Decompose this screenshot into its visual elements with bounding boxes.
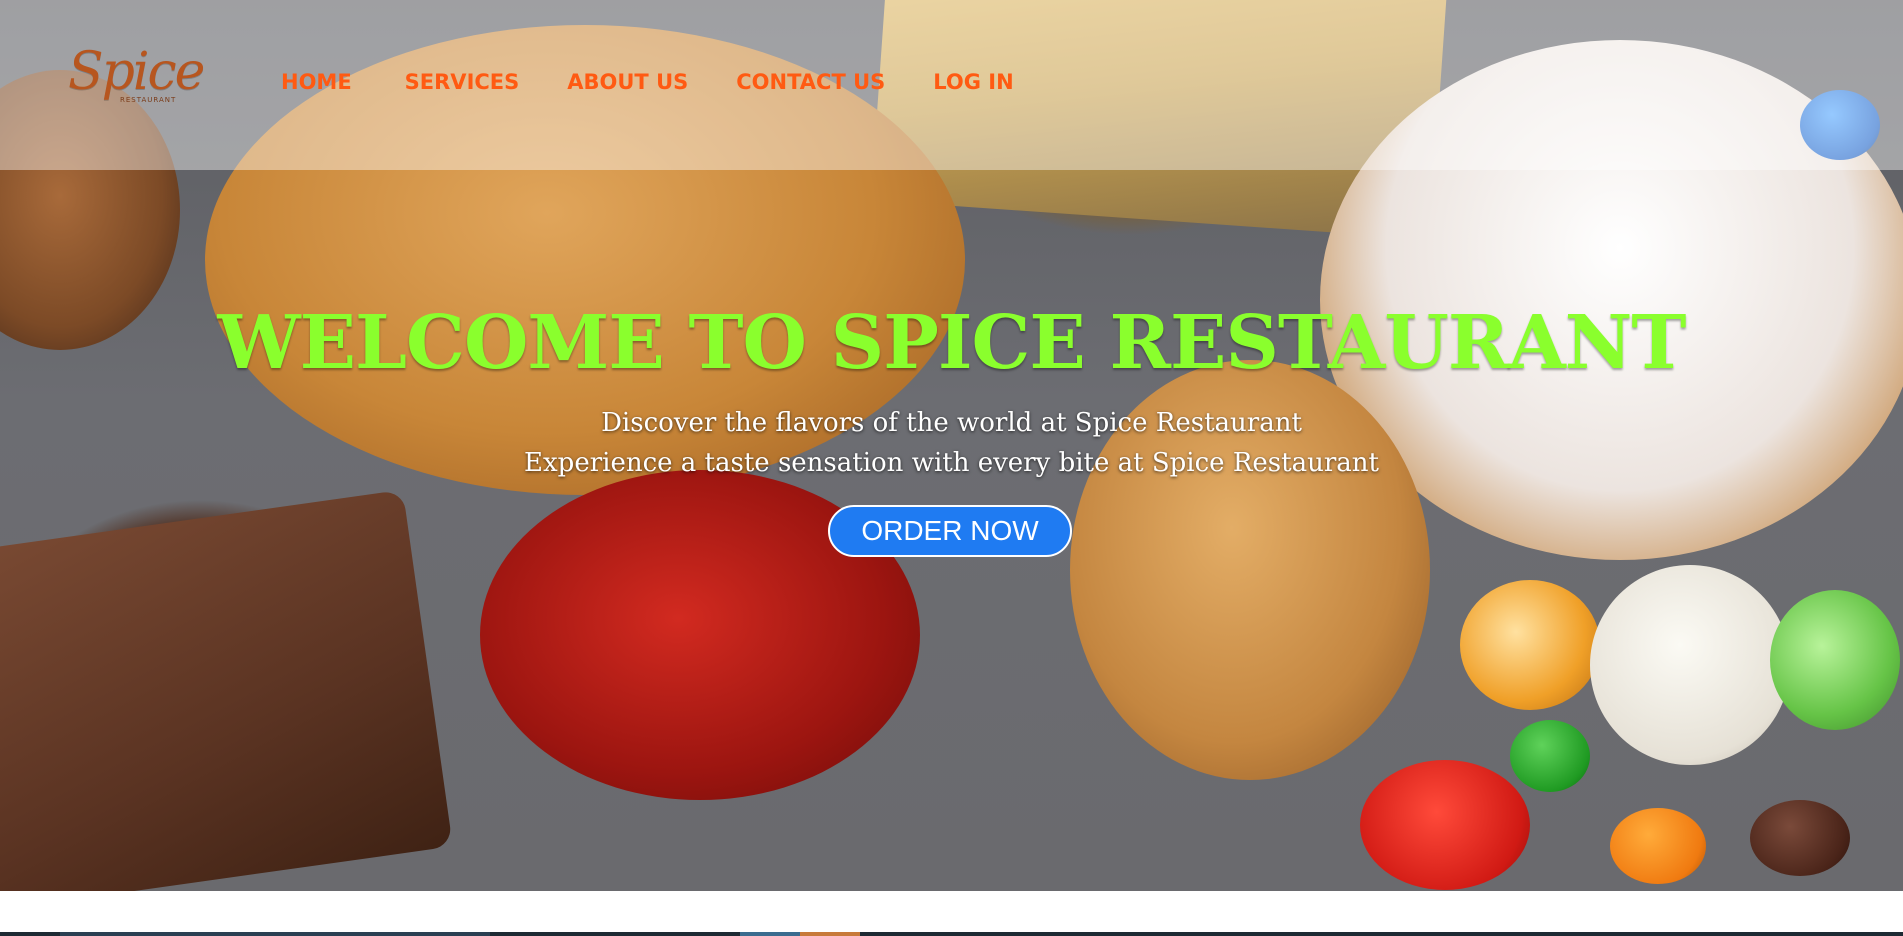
chocolate-image-region (0, 489, 453, 891)
nav-login-link[interactable]: LOG IN (933, 70, 1013, 100)
candy-green-image-region (1510, 720, 1590, 792)
order-now-button[interactable]: ORDER NOW (828, 505, 1072, 557)
hero-headline: WELCOME TO SPICE RESTAURANT (217, 300, 1687, 386)
site-header: Spice RESTAURANT HOME SERVICES ABOUT US … (0, 0, 1903, 170)
hero-subtitle-1: Discover the flavors of the world at Spi… (601, 408, 1302, 438)
candy-orange-image-region (1610, 808, 1706, 884)
edge-segment (60, 932, 490, 936)
gummy-green-image-region (1770, 590, 1900, 730)
candy-brown-image-region (1750, 800, 1850, 876)
logo-text: Spice (68, 42, 205, 102)
coconut-ball-image-region (1590, 565, 1790, 765)
logo-subtext: RESTAURANT (120, 96, 177, 104)
hero-subtitle-2: Experience a taste sensation with every … (524, 448, 1379, 478)
edge-segment (740, 932, 800, 936)
site-logo[interactable]: Spice (68, 42, 205, 122)
next-section-edge (0, 932, 1903, 936)
main-nav: HOME SERVICES ABOUT US CONTACT US LOG IN (281, 70, 1062, 100)
nav-contact-link[interactable]: CONTACT US (736, 70, 885, 100)
nav-services-link[interactable]: SERVICES (405, 70, 520, 100)
gummy-orange-image-region (1460, 580, 1600, 710)
candy-red-image-region (1360, 760, 1530, 890)
nav-home-link[interactable]: HOME (281, 70, 352, 100)
edge-segment (800, 932, 860, 936)
nav-about-link[interactable]: ABOUT US (567, 70, 688, 100)
page: Spice RESTAURANT HOME SERVICES ABOUT US … (0, 0, 1903, 936)
section-divider (0, 891, 1903, 936)
